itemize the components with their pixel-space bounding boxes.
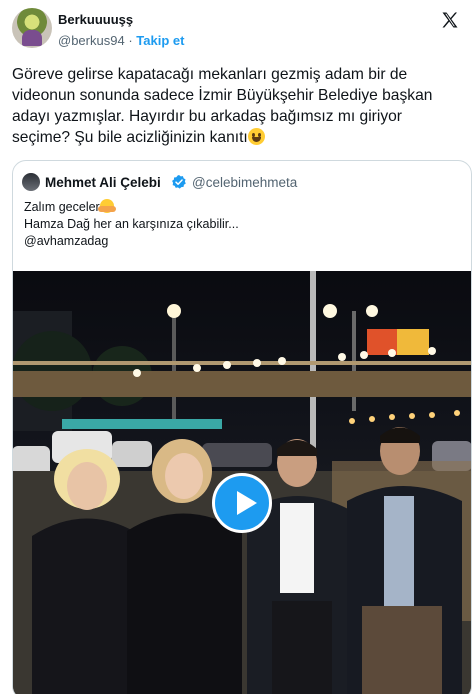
author-display-name[interactable]: Berkuuuuşş [58,12,133,27]
quoted-author-handle[interactable]: @celebimehmeta [192,175,297,190]
separator-dot: · [128,33,133,48]
verified-badge-icon [172,175,186,189]
follow-button[interactable]: Takip et [136,33,184,48]
quoted-line-1-text: Zalım geceler [24,200,100,214]
quoted-author-display-name[interactable]: Mehmet Ali Çelebi [45,175,161,190]
tweet-header: Berkuuuuşş @berkus94 · Takip et [12,8,460,52]
quoted-tweet-card[interactable]: Mehmet Ali Çelebi @celebimehmeta Zalım g… [12,160,472,694]
tweet-text: Göreve gelirse kapatacağı mekanları gezm… [12,66,433,146]
author-handle-row: @berkus94 · Takip et [58,33,184,48]
tweet-body: Göreve gelirse kapatacağı mekanları gezm… [12,64,462,148]
author-handle[interactable]: @berkus94 [58,33,125,48]
quoted-line-2: Hamza Dağ her an karşınıza çıkabilir... [24,217,239,231]
quoted-mention[interactable]: @avhamzadag [24,233,239,250]
quoted-line-1: Zalım geceler [24,199,239,216]
hugging-face-emoji-icon [97,199,116,213]
author-avatar[interactable] [12,8,52,48]
grinning-face-emoji-icon [247,128,265,145]
video-thumbnail[interactable] [13,271,471,694]
quoted-tweet-text: Zalım geceler Hamza Dağ her an karşınıza… [24,199,239,250]
x-logo-icon[interactable] [440,10,460,30]
quoted-author-avatar[interactable] [22,173,40,191]
play-icon[interactable] [212,473,272,533]
